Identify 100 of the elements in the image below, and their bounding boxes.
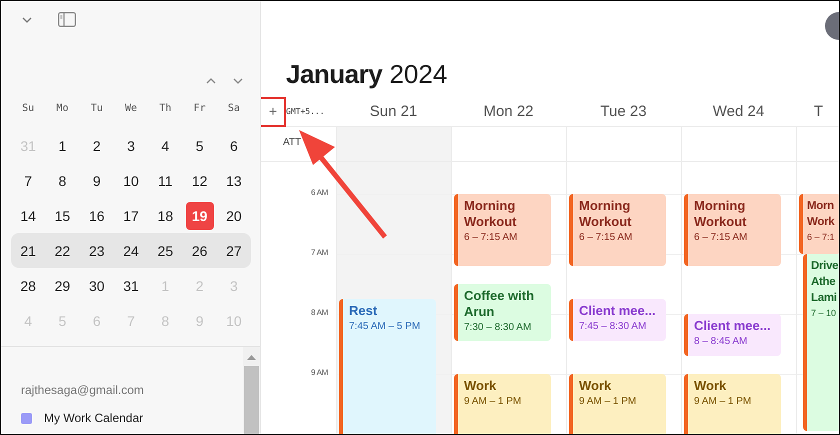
event-time: 7:30 – 8:30 AM [464, 322, 532, 333]
calendar-date[interactable]: 4 [151, 132, 180, 160]
hour-label: 9 AM [310, 368, 328, 377]
account-email: rajthesaga@gmail.com [21, 383, 145, 397]
calendar-date[interactable]: 18 [151, 202, 180, 230]
event-title: Work [464, 378, 498, 394]
today-date[interactable]: 19 [186, 202, 214, 230]
calendar-date[interactable]: 11 [151, 166, 180, 194]
calendar-date[interactable]: 31 [117, 272, 146, 300]
event-time: 8 – 8:45 AM [694, 336, 748, 347]
event-card[interactable]: Coffee with Arun 7:30 – 8:30 AM [454, 284, 551, 341]
event-card[interactable]: Work 9 AM – 1 PM [454, 374, 551, 434]
chevron-down-icon[interactable] [22, 16, 32, 22]
calendar-date[interactable]: 24 [117, 236, 146, 264]
month-title: January [286, 59, 382, 89]
scroll-up-icon[interactable] [247, 355, 256, 360]
calendar-date[interactable]: 20 [220, 202, 248, 230]
event-title: Morning Workout [464, 198, 518, 230]
event-time: 9 AM – 1 PM [579, 396, 638, 407]
calendar-date[interactable]: 10 [117, 166, 146, 194]
event-title: Morn Work [807, 199, 836, 230]
calendar-date[interactable]: 28 [14, 272, 42, 300]
event-title: Work [579, 378, 612, 394]
calendar-date[interactable]: 7 [14, 166, 42, 194]
add-timezone-button[interactable]: + [263, 103, 283, 119]
event-title: Work [694, 378, 728, 394]
chevron-down-icon[interactable] [233, 78, 243, 84]
calendar-date[interactable]: 17 [117, 202, 146, 230]
hour-label: 8 AM [310, 308, 328, 317]
event-card[interactable]: Rest 7:45 AM – 5 PM [339, 299, 436, 434]
weekday-label: Sa [226, 103, 241, 114]
calendar-date[interactable]: 5 [186, 132, 214, 160]
day-header[interactable]: Wed 24 [681, 102, 796, 120]
calendar-date[interactable]: 30 [82, 272, 111, 300]
day-header[interactable]: Mon 22 [451, 102, 566, 120]
event-title: Drive Athe Lami [811, 259, 839, 306]
calendar-name[interactable]: My Work Calendar [44, 411, 144, 425]
calendar-date[interactable]: 2 [82, 132, 111, 160]
event-card[interactable]: Work 9 AM – 1 PM [569, 374, 666, 434]
highlight-frame [261, 97, 286, 127]
event-title: Client mee... [579, 303, 657, 319]
calendar-date[interactable]: 14 [14, 202, 42, 230]
calendar-date[interactable]: 15 [48, 202, 76, 230]
calendar-date[interactable]: 9 [82, 166, 111, 194]
event-card[interactable]: Morning Workout 6 – 7:15 AM [569, 194, 666, 266]
calendar-date[interactable]: 6 [220, 132, 248, 160]
calendar-date[interactable]: 22 [48, 236, 76, 264]
day-header[interactable]: T [796, 102, 839, 120]
event-card[interactable]: Morning Workout 6 – 7:15 AM [684, 194, 781, 266]
event-time: 6 – 7:15 AM [464, 232, 518, 243]
event-title: Client mee... [694, 318, 772, 334]
weekday-label: Th [158, 103, 172, 114]
event-time: 6 – 7:15 AM [694, 232, 748, 243]
event-card[interactable]: Morn Work 6 – 7:1 [799, 194, 839, 254]
event-time: 6 – 7:15 AM [579, 232, 634, 243]
sidebar-toggle-icon[interactable] [58, 12, 76, 27]
event-card[interactable]: Drive Athe Lami 7 – 10 [803, 254, 839, 431]
event-title: Morning Workout [579, 198, 632, 230]
event-time: 7:45 – 8:30 AM [579, 321, 648, 332]
calendar-date[interactable]: 25 [151, 236, 180, 264]
day-header[interactable]: Tue 23 [566, 102, 681, 120]
calendar-date[interactable]: 8 [48, 166, 76, 194]
event-time: 7 – 10 [811, 308, 838, 318]
event-title: Rest [349, 303, 378, 319]
timezone-label: GMT+5... [286, 106, 325, 116]
weekday-label: Tu [90, 103, 104, 114]
calendar-date[interactable]: 16 [82, 202, 111, 230]
chevron-up-icon[interactable] [206, 78, 216, 84]
weekday-label: Su [21, 103, 36, 114]
calendar-color-swatch[interactable] [21, 412, 32, 424]
event-card[interactable]: Morning Workout 6 – 7:15 AM [454, 194, 551, 266]
event-title: Morning Workout [694, 198, 748, 230]
event-time: 7:45 AM – 5 PM [349, 321, 422, 332]
hour-label: 7 AM [310, 248, 328, 257]
scrollbar-thumb[interactable] [244, 366, 259, 434]
all-day-label: ATT [283, 137, 302, 148]
day-header[interactable]: Sun 21 [336, 102, 451, 120]
event-time: 9 AM – 1 PM [694, 396, 752, 407]
calendar-date[interactable]: 26 [186, 236, 214, 264]
calendar-date[interactable]: 21 [14, 236, 42, 264]
weekday-label: We [124, 103, 138, 114]
weekday-label: Fr [192, 103, 207, 114]
calendar-date[interactable]: 12 [186, 166, 214, 194]
selected-week-row[interactable]: 21 22 23 24 25 26 27 [11, 233, 251, 268]
calendar-date[interactable]: 1 [48, 132, 76, 160]
event-time: 6 – 7:1 [807, 232, 836, 242]
calendar-date[interactable]: 3 [117, 132, 146, 160]
event-card[interactable]: Work 9 AM – 1 PM [684, 374, 781, 434]
event-card[interactable]: Client mee... 7:45 – 8:30 AM [569, 299, 666, 341]
calendar-date[interactable]: 13 [220, 166, 248, 194]
event-title: Coffee with Arun [464, 288, 536, 320]
scrollbar[interactable] [243, 347, 260, 434]
calendar-date[interactable]: 23 [82, 236, 111, 264]
calendar-date[interactable]: 27 [220, 236, 248, 264]
weekday-label: Mo [55, 103, 70, 114]
calendar-date[interactable]: 29 [48, 272, 76, 300]
year-title: 2024 [389, 59, 448, 89]
hour-label: 6 AM [310, 188, 328, 197]
event-card[interactable]: Client mee... 8 – 8:45 AM [684, 314, 781, 356]
event-time: 9 AM – 1 PM [464, 396, 522, 407]
